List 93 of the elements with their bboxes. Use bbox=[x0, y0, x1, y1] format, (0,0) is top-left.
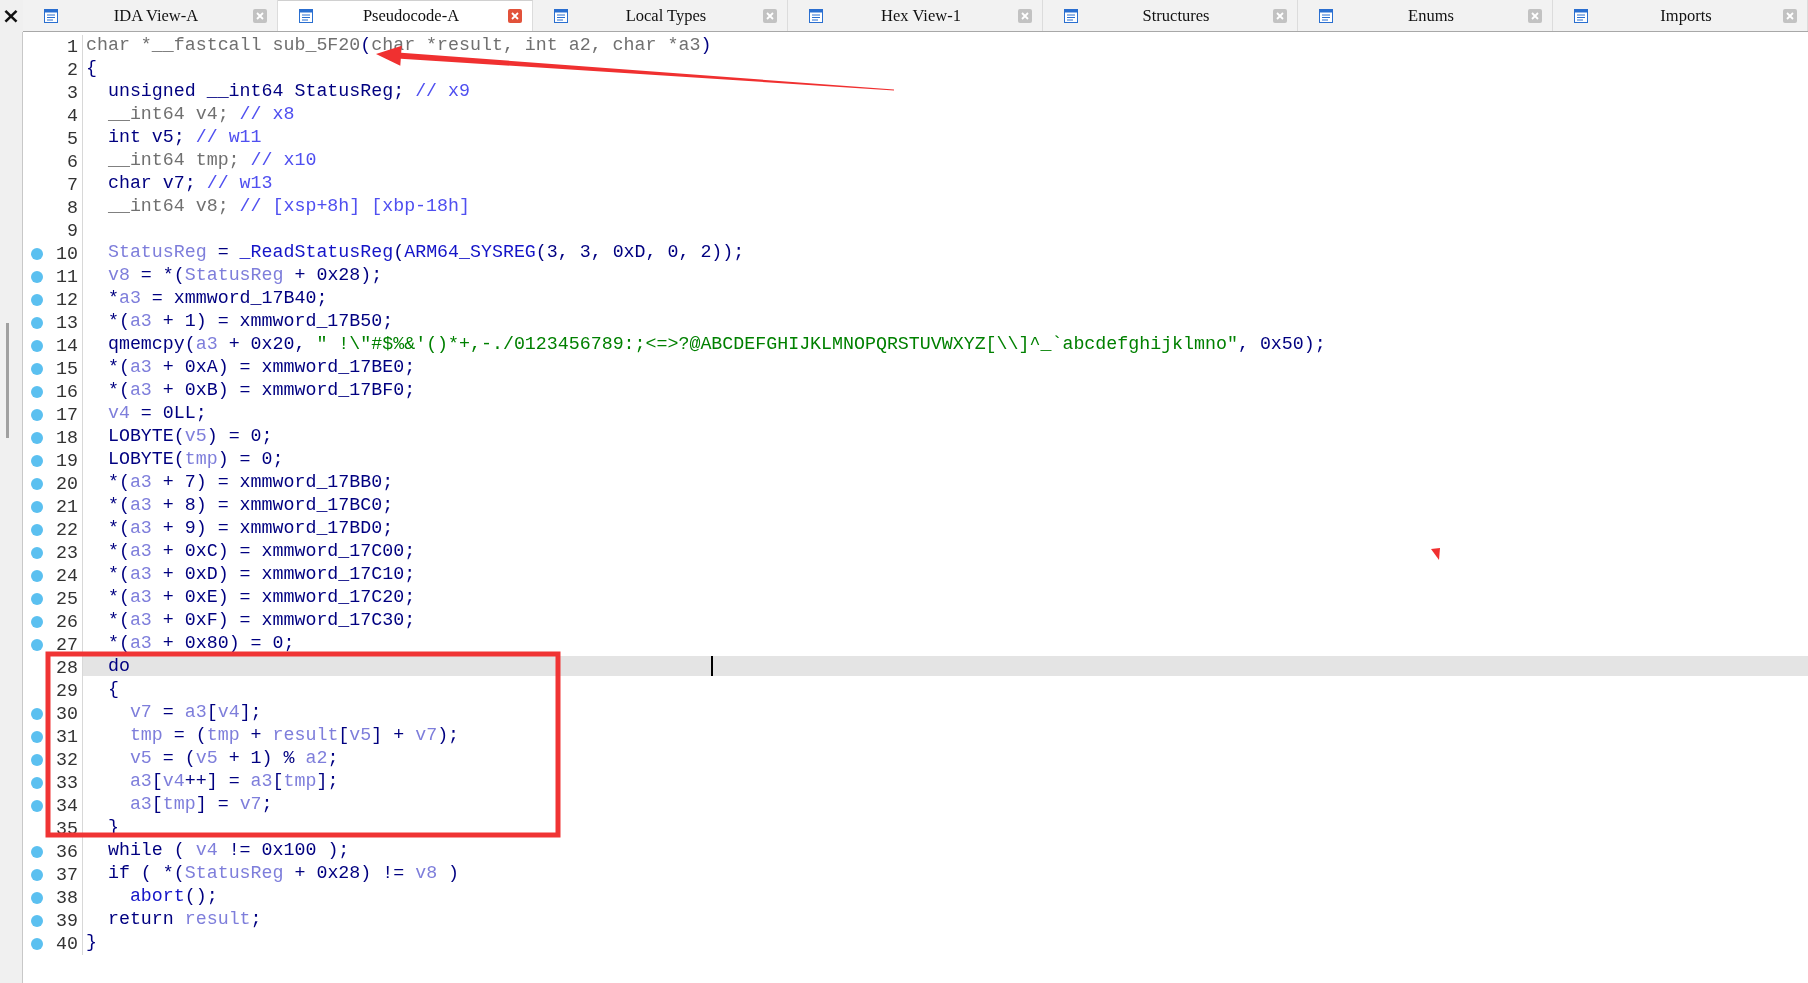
tab-close-button[interactable] bbox=[1783, 8, 1797, 23]
code-line: *(a3 + 0xE) = xmmword_17C20; bbox=[106, 587, 416, 607]
code-line: *(a3 + 0xC) = xmmword_17C00; bbox=[106, 541, 416, 561]
code-line: *(a3 + 0xB) = xmmword_17BF0; bbox=[106, 380, 416, 400]
line-number: 40 bbox=[55, 933, 79, 954]
line-number: 20 bbox=[55, 473, 79, 494]
document-icon bbox=[298, 8, 314, 24]
line-number: 8 bbox=[66, 197, 79, 218]
code-line: do bbox=[106, 656, 130, 676]
document-icon bbox=[43, 7, 59, 24]
code-line: *a3 = xmmword_17B40; bbox=[106, 288, 328, 308]
code-line: *(a3 + 0xF) = xmmword_17C30; bbox=[106, 610, 416, 630]
code-line: __int64 v8; // [xsp+8h] [xbp-18h] bbox=[106, 196, 470, 216]
line-number: 2 bbox=[66, 59, 79, 80]
line-number: 12 bbox=[55, 289, 79, 310]
tab[interactable]: Pseudocode-A bbox=[278, 0, 533, 31]
line-number: 28 bbox=[55, 657, 79, 678]
pointer-mark bbox=[1431, 548, 1440, 560]
code-line: } bbox=[86, 932, 97, 952]
line-number: 17 bbox=[55, 404, 79, 425]
line-number: 25 bbox=[55, 588, 79, 609]
line-number: 30 bbox=[55, 703, 79, 724]
code-line: v4 = 0LL; bbox=[106, 403, 207, 423]
code-line: a3[tmp] = v7; bbox=[128, 794, 273, 814]
line-number: 19 bbox=[55, 450, 79, 471]
line-number: 4 bbox=[66, 105, 79, 126]
code-line: v7 = a3[v4]; bbox=[128, 702, 262, 722]
code-line: v5 = (v5 + 1) % a2; bbox=[128, 748, 339, 768]
tab-close-button[interactable] bbox=[1018, 8, 1032, 23]
line-number: 9 bbox=[66, 220, 79, 241]
line-number: 10 bbox=[55, 243, 79, 264]
code-line: v8 = *(StatusReg + 0x28); bbox=[106, 265, 383, 285]
code-line: LOBYTE(tmp) = 0; bbox=[106, 449, 284, 469]
code-line: { bbox=[106, 679, 119, 699]
line-number: 26 bbox=[55, 611, 79, 632]
code-line: __int64 tmp; // x10 bbox=[106, 150, 317, 170]
line-number: 27 bbox=[55, 634, 79, 655]
code-line: char v7; // w13 bbox=[106, 173, 273, 193]
tab-close-button[interactable] bbox=[253, 8, 267, 23]
document-icon bbox=[1573, 7, 1589, 24]
code-line: *(a3 + 8) = xmmword_17BC0; bbox=[106, 495, 394, 515]
code-line: *(a3 + 7) = xmmword_17BB0; bbox=[106, 472, 394, 492]
code-line: tmp = (tmp + result[v5] + v7); bbox=[128, 725, 460, 745]
line-number: 5 bbox=[66, 128, 79, 149]
code-line: if ( *(StatusReg + 0x28) != v8 ) bbox=[106, 863, 460, 883]
code-line: *(a3 + 0xA) = xmmword_17BE0; bbox=[106, 357, 416, 377]
text-cursor bbox=[711, 656, 713, 676]
document-icon bbox=[808, 7, 824, 24]
line-number: 15 bbox=[55, 358, 79, 379]
code-line: while ( v4 != 0x100 ); bbox=[106, 840, 350, 860]
tab-close-button[interactable] bbox=[1273, 8, 1287, 23]
code-line: StatusReg = _ReadStatusReg(ARM64_SYSREG(3, 3, 0xD, 0, 2)); bbox=[106, 242, 745, 262]
code-line: a3[v4++] = a3[tmp]; bbox=[128, 771, 339, 791]
code-line: qmemcpy(a3 + 0x20, " !\"#$%&'()*+,-./0123456789:;<=>?@ABCDEFGHIJKLMNOPQRSTUVWXYZ[\\]^_`abcdefghijklmno", 0x50); bbox=[106, 334, 1326, 354]
line-number: 14 bbox=[55, 335, 79, 356]
line-number: 33 bbox=[55, 772, 79, 793]
line-number: 22 bbox=[55, 519, 79, 540]
code-line: *(a3 + 1) = xmmword_17B50; bbox=[106, 311, 394, 331]
line-number: 16 bbox=[55, 381, 79, 402]
line-number: 38 bbox=[55, 887, 79, 908]
tab-close-button[interactable] bbox=[1528, 8, 1542, 23]
line-number: 37 bbox=[55, 864, 79, 885]
line-number: 13 bbox=[55, 312, 79, 333]
document-icon bbox=[553, 7, 569, 24]
line-number: 18 bbox=[55, 427, 79, 448]
line-number: 7 bbox=[66, 174, 79, 195]
code-line: LOBYTE(v5) = 0; bbox=[106, 426, 273, 446]
tab-close-button[interactable] bbox=[508, 9, 522, 23]
line-number: 21 bbox=[55, 496, 79, 517]
code-line: __int64 v4; // x8 bbox=[106, 104, 295, 124]
line-number: 29 bbox=[55, 680, 79, 701]
line-number: 24 bbox=[55, 565, 79, 586]
code-line: unsigned __int64 StatusReg; // x9 bbox=[106, 81, 470, 101]
code-line: return result; bbox=[106, 909, 262, 929]
code-line: *(a3 + 9) = xmmword_17BD0; bbox=[106, 518, 394, 538]
line-number: 39 bbox=[55, 910, 79, 931]
line-number: 31 bbox=[55, 726, 79, 747]
line-number: 36 bbox=[55, 841, 79, 862]
code-line: abort(); bbox=[128, 886, 218, 906]
document-icon bbox=[1318, 7, 1334, 24]
code-line: { bbox=[86, 58, 97, 78]
code-line: int v5; // w11 bbox=[106, 127, 262, 147]
line-number: 32 bbox=[55, 749, 79, 770]
line-number: 1 bbox=[66, 36, 79, 57]
line-number: 6 bbox=[66, 151, 79, 172]
code-line: *(a3 + 0xD) = xmmword_17C10; bbox=[106, 564, 416, 584]
tab-close-button[interactable] bbox=[763, 8, 777, 23]
line-number: 11 bbox=[55, 266, 79, 287]
line-number: 23 bbox=[55, 542, 79, 563]
line-number: 3 bbox=[66, 82, 79, 103]
line-number: 34 bbox=[55, 795, 79, 816]
document-icon bbox=[1063, 7, 1079, 24]
code-line: *(a3 + 0x80) = 0; bbox=[106, 633, 295, 653]
